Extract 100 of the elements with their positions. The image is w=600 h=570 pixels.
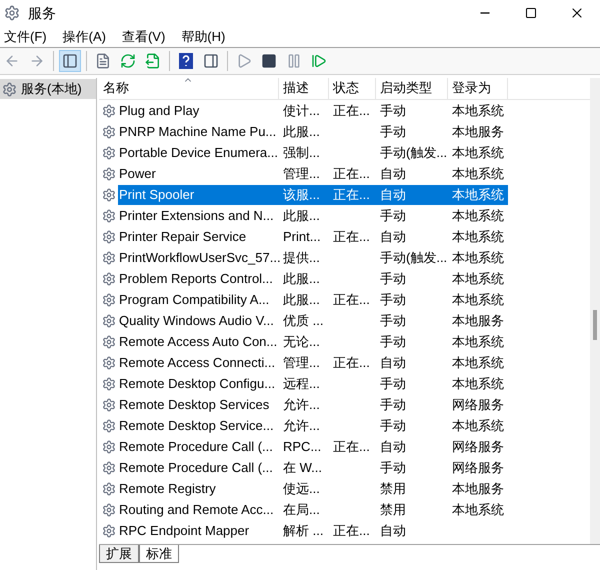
service-row[interactable]: Remote Desktop Configu... 远程... 手动 本地系统 xyxy=(99,373,590,394)
tree-item[interactable]: 服务(本地) xyxy=(0,79,96,99)
table-cell-text: 允许... xyxy=(282,416,320,435)
table-cell-text: 在 W... xyxy=(282,458,322,477)
table-cell-text: Remote Desktop Services xyxy=(118,396,270,414)
column-header[interactable]: 描述 xyxy=(279,78,329,99)
menu-item[interactable]: 文件(F) xyxy=(0,26,51,46)
table-cell-text: Quality Windows Audio V... xyxy=(118,312,275,330)
table-cell-text: 正在... xyxy=(332,228,370,246)
stop-icon xyxy=(261,53,277,69)
document-icon xyxy=(95,53,111,69)
table-cell-text: 本地系统 xyxy=(451,500,504,519)
table-cell-text: Portable Device Enumera... xyxy=(118,144,279,162)
menu-item[interactable]: 帮助(H) xyxy=(177,26,230,46)
gear-icon xyxy=(102,376,116,390)
gear-icon xyxy=(102,524,116,538)
view-tab[interactable]: 扩展 xyxy=(99,545,139,563)
table-cell-text: 使计... xyxy=(282,102,320,120)
window-title: 服务 xyxy=(28,4,56,22)
table-cell-text: 手动 xyxy=(379,332,406,351)
table-cell-text: Print... xyxy=(282,228,321,246)
service-row[interactable]: Print Spooler 该服... 正在... 自动 本地系统 xyxy=(99,184,590,205)
table-cell-text: 正在... xyxy=(332,102,370,120)
pause-icon xyxy=(286,53,302,69)
table-cell-text: 本地系统 xyxy=(451,416,504,435)
table-cell-text: 该服... xyxy=(282,186,320,204)
service-row[interactable]: Printer Extensions and N... 此服... 手动 本地系统 xyxy=(99,205,590,226)
table-cell-text: Program Compatibility A... xyxy=(118,290,270,309)
table-cell-text: Routing and Remote Acc... xyxy=(118,500,275,519)
table-cell-text: Remote Desktop Service... xyxy=(118,416,275,435)
service-row[interactable]: Plug and Play 使计... 正在... 手动 本地系统 xyxy=(99,100,590,121)
table-cell-text: 本地服务 xyxy=(451,122,504,141)
table-cell-text: Printer Extensions and N... xyxy=(118,206,275,224)
service-row[interactable]: Remote Desktop Services 允许... 手动 网络服务 xyxy=(99,394,590,415)
gear-icon xyxy=(102,208,116,222)
table-cell-text: 网络服务 xyxy=(451,458,504,477)
toolbar-button[interactable] xyxy=(59,50,81,72)
table-cell-text: Plug and Play xyxy=(118,102,200,120)
table-cell-text: 本地系统 xyxy=(451,102,504,120)
service-row[interactable]: PrintWorkflowUserSvc_57... 提供... 手动(触发... 本地系统 xyxy=(99,247,590,268)
table-cell-text: 本地系统 xyxy=(451,374,504,393)
table-cell-text: Remote Procedure Call (... xyxy=(118,458,274,477)
column-header[interactable]: 启动类型 xyxy=(376,78,448,99)
service-row[interactable]: Power 管理... 正在... 自动 本地系统 xyxy=(99,163,590,184)
service-row[interactable]: Remote Access Auto Con... 无论... 手动 本地系统 xyxy=(99,331,590,352)
service-row[interactable]: Remote Access Connecti... 管理... 正在... 自动 本地系统 xyxy=(99,352,590,373)
restart-icon xyxy=(311,53,327,69)
table-cell-text: Remote Access Connecti... xyxy=(118,354,276,372)
table-cell-text: RPC... xyxy=(282,438,322,456)
table-cell-text: 本地系统 xyxy=(451,290,504,309)
service-row[interactable]: Printer Repair Service Print... 正在... 自动 本地系统 xyxy=(99,226,590,247)
service-row[interactable]: Remote Procedure Call (... 在 W... 手动 网络服务 xyxy=(99,457,590,478)
service-row[interactable]: Problem Reports Control... 此服... 手动 本地系统 xyxy=(99,268,590,289)
service-row[interactable]: Routing and Remote Acc... 在局... 禁用 本地系统 xyxy=(99,499,590,520)
table-cell-text: 本地系统 xyxy=(451,164,504,183)
table-cell: Print Spooler xyxy=(118,184,279,204)
column-header[interactable]: 状态 xyxy=(329,78,376,99)
table-cell-text: Power xyxy=(118,164,157,182)
gear-icon xyxy=(102,334,116,348)
table-cell-text: 解析 ... xyxy=(282,522,324,540)
table-cell-text: 优质 ... xyxy=(282,312,324,330)
service-row[interactable]: Quality Windows Audio V... 优质 ... 手动 本地服务 xyxy=(99,310,590,331)
menu-item[interactable]: 查看(V) xyxy=(118,26,170,46)
view-tab[interactable]: 标准 xyxy=(139,545,179,563)
table-cell-text: 本地服务 xyxy=(451,312,504,330)
table-cell-text: 手动 xyxy=(379,270,406,288)
table-cell-text: 提供... xyxy=(282,248,320,267)
service-row[interactable]: Program Compatibility A... 此服... 正在... 手动 本地系统 xyxy=(99,289,590,310)
service-row[interactable]: Remote Registry 使远... 禁用 本地服务 xyxy=(99,478,590,499)
gear-icon xyxy=(102,314,116,328)
table-cell-text: 禁用 xyxy=(379,480,406,498)
service-row[interactable]: RPC Endpoint Mapper 解析 ... 正在... 自动 xyxy=(99,520,590,541)
column-header[interactable]: 名称 xyxy=(99,78,279,99)
service-row[interactable]: Remote Desktop Service... 允许... 手动 本地系统 xyxy=(99,415,590,436)
table-cell-text: 手动 xyxy=(379,396,406,414)
gear-icon xyxy=(102,356,116,370)
service-row[interactable]: Portable Device Enumera... 强制... 手动(触发... 本地系统 xyxy=(99,142,590,163)
table-cell-text: 本地系统 xyxy=(451,248,504,267)
table-cell-text: 自动 xyxy=(379,228,406,246)
table-cell-text: Remote Desktop Configu... xyxy=(118,374,276,393)
service-row[interactable]: Remote Procedure Call (... RPC... 正在... 自动 网络服务 xyxy=(99,436,590,457)
table-cell-text: 管理... xyxy=(282,354,320,372)
table-cell-text: Remote Procedure Call (... xyxy=(118,438,274,456)
table-cell-text: 自动 xyxy=(379,438,406,456)
menu-item[interactable]: 操作(A) xyxy=(58,26,110,46)
table-cell-text: 本地系统 xyxy=(451,228,504,246)
scrollbar-thumb[interactable] xyxy=(593,310,597,340)
scrollbar[interactable] xyxy=(590,78,600,544)
table-cell-text: 本地服务 xyxy=(451,480,504,498)
service-row[interactable]: PNRP Machine Name Pu... 此服... 手动 本地服务 xyxy=(99,121,590,142)
table-cell-text: PrintWorkflowUserSvc_57... xyxy=(118,248,282,267)
table-cell-text: Remote Registry xyxy=(118,480,217,498)
column-header[interactable]: 登录为 xyxy=(448,78,508,99)
gear-icon xyxy=(102,188,116,202)
table-cell-text: 此服... xyxy=(282,122,320,141)
table-cell-text: 允许... xyxy=(282,396,320,414)
gear-icon xyxy=(102,502,116,516)
table-cell-text: 使远... xyxy=(282,480,320,498)
maximize-icon xyxy=(525,7,537,19)
gear-icon xyxy=(102,230,116,244)
